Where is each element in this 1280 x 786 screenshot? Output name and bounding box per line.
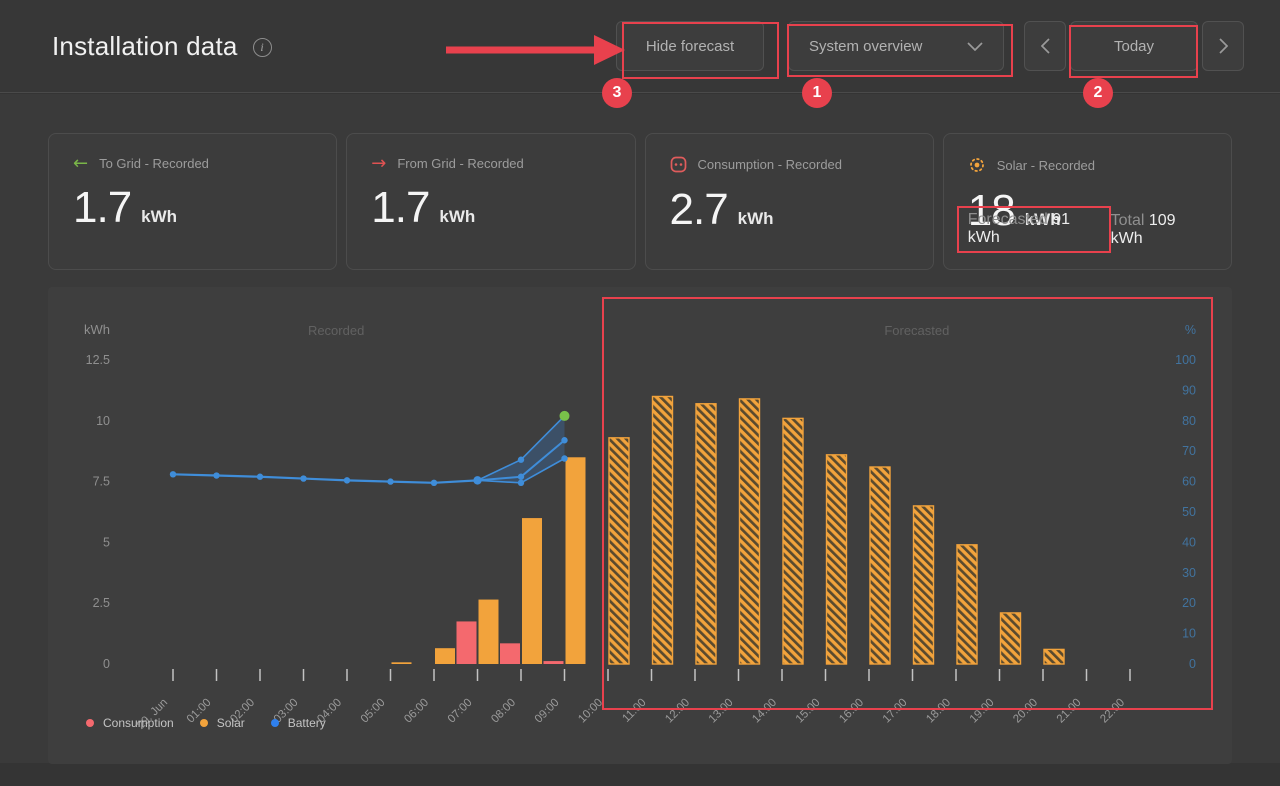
prev-day-button[interactable] [1024,21,1066,71]
hide-forecast-button[interactable]: Hide forecast [616,21,764,71]
annotation-box-forecast-value: Forecasted 91 kWh [957,206,1111,253]
svg-text:20:00: 20:00 [1011,697,1040,726]
solar-dot-icon [200,719,208,727]
svg-text:15:00: 15:00 [794,697,823,726]
svg-text:0: 0 [1189,657,1196,671]
svg-text:08:00: 08:00 [489,697,518,726]
consumption-dot-icon [86,719,94,727]
card-to-grid: ← To Grid - Recorded 1.7 kWh [48,133,337,270]
date-nav-group: Today [1024,21,1244,71]
arrow-right-icon: → [371,157,386,171]
battery-dot-icon [271,719,279,727]
chevron-right-icon [1219,38,1228,54]
card-label: To Grid - Recorded [99,156,209,171]
svg-text:50: 50 [1182,505,1196,519]
energy-chart: kWh 0 2.5 5 7.5 10 12.5% 0 10 20 30 40 50 60 70 80 90 100… [48,287,1232,764]
svg-text:40: 40 [1182,535,1196,549]
svg-text:30: 30 [1182,566,1196,580]
card-from-grid: → From Grid - Recorded 1.7 kWh [346,133,635,270]
chevron-left-icon [1041,38,1050,54]
svg-text:70: 70 [1182,444,1196,458]
svg-text:5: 5 [103,535,110,549]
card-label: Solar - Recorded [997,158,1095,173]
svg-text:16:00: 16:00 [837,697,866,726]
chevron-down-icon [967,42,983,51]
total-group: Total 109 kWh [1111,212,1207,248]
svg-text:06:00: 06:00 [402,697,431,726]
svg-text:Forecasted: Forecasted [884,323,949,338]
svg-text:20: 20 [1182,596,1196,610]
svg-text:18:00: 18:00 [924,697,953,726]
next-day-button[interactable] [1202,21,1244,71]
svg-text:13:00: 13:00 [707,697,736,726]
svg-text:21:00: 21:00 [1055,697,1084,726]
card-unit: kWh [738,209,774,229]
summary-cards: ← To Grid - Recorded 1.7 kWh → From Grid… [48,133,1232,270]
svg-text:10:00: 10:00 [576,697,605,726]
total-label: Total [1111,212,1145,229]
svg-text:2.5: 2.5 [93,596,110,610]
card-value: 1.7 [73,183,131,233]
legend-item-solar[interactable]: Solar [200,716,245,730]
svg-text:22:00: 22:00 [1098,697,1127,726]
page-title: Installation data [52,31,238,62]
svg-text:11:00: 11:00 [620,697,648,725]
card-label: From Grid - Recorded [397,156,523,171]
card-unit: kWh [439,207,475,227]
svg-text:0: 0 [103,657,110,671]
solar-card-footer: Forecasted 91 kWh Total 109 kWh [968,206,1207,253]
card-value: 2.7 [670,185,728,235]
svg-text:12:00: 12:00 [663,697,692,726]
chart-panel: kWh 0 2.5 5 7.5 10 12.5% 0 10 20 30 40 50 60 70 80 90 100… [48,287,1232,764]
forecast-label: Forecasted [968,211,1048,228]
card-label: Consumption - Recorded [698,157,843,172]
main-content: ← To Grid - Recorded 1.7 kWh → From Grid… [0,94,1280,763]
chart-legend: Consumption Solar Battery [86,716,326,730]
svg-text:07:00: 07:00 [446,697,475,726]
info-icon[interactable]: i [253,38,272,57]
svg-text:09:00: 09:00 [533,697,562,726]
svg-text:17:00: 17:00 [881,697,910,726]
outlet-icon [670,156,687,173]
svg-text:60: 60 [1182,475,1196,489]
card-solar: Solar - Recorded 18 kWh Forecasted 91 kW… [943,133,1232,270]
svg-text:10: 10 [96,414,110,428]
legend-item-consumption[interactable]: Consumption [86,716,174,730]
svg-text:05:00: 05:00 [359,697,388,726]
svg-text:7.5: 7.5 [93,475,110,489]
svg-text:19:00: 19:00 [968,697,997,726]
card-unit: kWh [141,207,177,227]
svg-text:kWh: kWh [84,322,110,337]
svg-text:90: 90 [1182,383,1196,397]
sun-icon [968,156,986,174]
header: Installation data i Hide forecast System… [0,0,1280,93]
svg-text:80: 80 [1182,414,1196,428]
svg-text:12.5: 12.5 [86,353,110,367]
svg-text:100: 100 [1175,353,1196,367]
svg-text:%: % [1185,323,1196,337]
card-consumption: Consumption - Recorded 2.7 kWh [645,133,934,270]
svg-text:Recorded: Recorded [308,323,364,338]
svg-text:14:00: 14:00 [750,697,779,726]
arrow-left-icon: ← [73,157,88,171]
view-selector-value: System overview [809,38,922,55]
legend-item-battery[interactable]: Battery [271,716,326,730]
svg-text:10: 10 [1182,627,1196,641]
view-selector-dropdown[interactable]: System overview [788,21,1004,71]
today-button[interactable]: Today [1070,21,1198,71]
card-value: 1.7 [371,183,429,233]
